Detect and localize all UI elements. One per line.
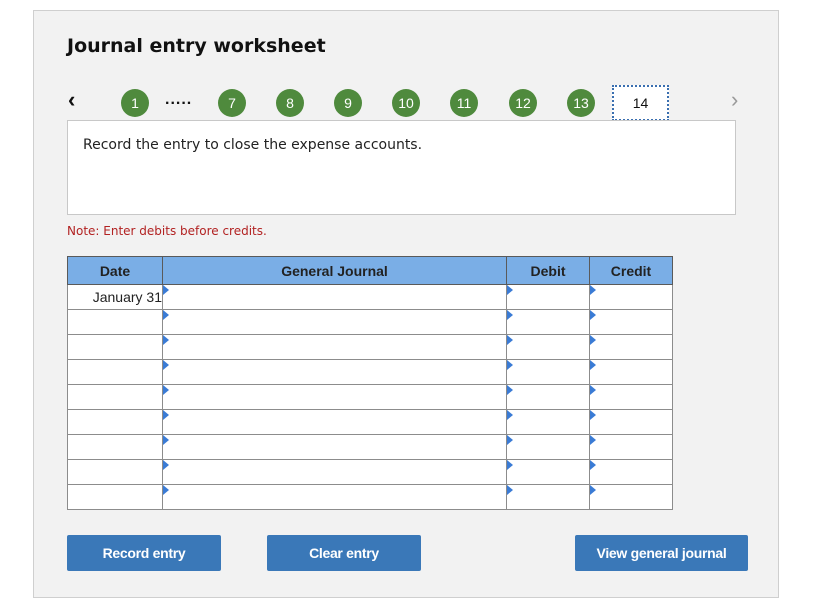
debit-input[interactable] (506, 334, 590, 360)
dropdown-marker-icon (590, 335, 596, 345)
dropdown-marker-icon (507, 435, 513, 445)
debit-input[interactable] (506, 284, 590, 310)
record-entry-button[interactable]: Record entry (67, 535, 221, 571)
step-11[interactable]: 11 (450, 89, 478, 117)
chevron-left-icon[interactable]: ‹ (68, 87, 75, 113)
dropdown-marker-icon (163, 410, 169, 420)
instruction-text: Record the entry to close the expense ac… (83, 137, 423, 153)
account-input[interactable] (162, 334, 507, 360)
dropdown-marker-icon (163, 360, 169, 370)
header-credit: Credit (589, 256, 673, 285)
dropdown-marker-icon (163, 285, 169, 295)
dropdown-marker-icon (590, 485, 596, 495)
dropdown-marker-icon (590, 435, 596, 445)
account-input[interactable] (162, 359, 507, 385)
credit-input[interactable] (589, 309, 673, 335)
step-1[interactable]: 1 (121, 89, 149, 117)
dropdown-marker-icon (163, 335, 169, 345)
dropdown-marker-icon (590, 360, 596, 370)
credit-input[interactable] (589, 459, 673, 485)
step-10[interactable]: 10 (392, 89, 420, 117)
table-row (67, 484, 673, 510)
date-cell[interactable] (67, 384, 163, 410)
account-input[interactable] (162, 284, 507, 310)
table-row (67, 384, 673, 410)
dropdown-marker-icon (507, 460, 513, 470)
debit-input[interactable] (506, 484, 590, 510)
table-header-row: Date General Journal Debit Credit (67, 256, 673, 285)
date-cell[interactable] (67, 334, 163, 360)
account-input[interactable] (162, 384, 507, 410)
date-cell[interactable] (67, 359, 163, 385)
dropdown-marker-icon (590, 460, 596, 470)
step-13[interactable]: 13 (567, 89, 595, 117)
account-input[interactable] (162, 309, 507, 335)
clear-entry-button[interactable]: Clear entry (267, 535, 421, 571)
table-row (67, 459, 673, 485)
table-row (67, 309, 673, 335)
note-text: Note: Enter debits before credits. (67, 224, 267, 238)
step-12[interactable]: 12 (509, 89, 537, 117)
account-input[interactable] (162, 484, 507, 510)
credit-input[interactable] (589, 284, 673, 310)
debit-input[interactable] (506, 309, 590, 335)
dropdown-marker-icon (507, 410, 513, 420)
credit-input[interactable] (589, 334, 673, 360)
dropdown-marker-icon (590, 385, 596, 395)
credit-input[interactable] (589, 484, 673, 510)
debit-input[interactable] (506, 409, 590, 435)
table-row (67, 409, 673, 435)
dropdown-marker-icon (507, 310, 513, 320)
account-input[interactable] (162, 434, 507, 460)
credit-input[interactable] (589, 384, 673, 410)
dropdown-marker-icon (163, 485, 169, 495)
dropdown-marker-icon (590, 410, 596, 420)
debit-input[interactable] (506, 459, 590, 485)
step-7[interactable]: 7 (218, 89, 246, 117)
header-debit: Debit (506, 256, 590, 285)
dropdown-marker-icon (163, 310, 169, 320)
dropdown-marker-icon (507, 385, 513, 395)
date-cell[interactable] (67, 409, 163, 435)
debit-input[interactable] (506, 384, 590, 410)
step-navigation: ‹ 1 ..... 7 8 9 10 11 12 13 14 › (34, 83, 780, 123)
page-title: Journal entry worksheet (67, 35, 326, 57)
chevron-right-icon[interactable]: › (731, 87, 738, 113)
journal-table: Date General Journal Debit Credit Januar… (67, 256, 673, 510)
dropdown-marker-icon (507, 485, 513, 495)
debit-input[interactable] (506, 359, 590, 385)
dropdown-marker-icon (507, 335, 513, 345)
dropdown-marker-icon (507, 360, 513, 370)
step-8[interactable]: 8 (276, 89, 304, 117)
table-row (67, 359, 673, 385)
date-cell[interactable] (67, 459, 163, 485)
credit-input[interactable] (589, 359, 673, 385)
dropdown-marker-icon (163, 435, 169, 445)
step-9[interactable]: 9 (334, 89, 362, 117)
date-cell[interactable] (67, 434, 163, 460)
date-cell[interactable] (67, 484, 163, 510)
date-cell[interactable] (67, 309, 163, 335)
instruction-box: Record the entry to close the expense ac… (67, 120, 736, 215)
credit-input[interactable] (589, 434, 673, 460)
debit-input[interactable] (506, 434, 590, 460)
header-general-journal: General Journal (162, 256, 507, 285)
dropdown-marker-icon (163, 385, 169, 395)
dropdown-marker-icon (163, 460, 169, 470)
step-ellipsis: ..... (165, 91, 193, 108)
account-input[interactable] (162, 459, 507, 485)
dropdown-marker-icon (590, 285, 596, 295)
date-cell[interactable]: January 31 (67, 284, 163, 310)
table-row (67, 434, 673, 460)
account-input[interactable] (162, 409, 507, 435)
view-general-journal-button[interactable]: View general journal (575, 535, 748, 571)
worksheet-panel: Journal entry worksheet ‹ 1 ..... 7 8 9 … (33, 10, 779, 598)
step-14-current[interactable]: 14 (612, 85, 669, 121)
header-date: Date (67, 256, 163, 285)
dropdown-marker-icon (590, 310, 596, 320)
credit-input[interactable] (589, 409, 673, 435)
table-row: January 31 (67, 284, 673, 310)
table-row (67, 334, 673, 360)
dropdown-marker-icon (507, 285, 513, 295)
